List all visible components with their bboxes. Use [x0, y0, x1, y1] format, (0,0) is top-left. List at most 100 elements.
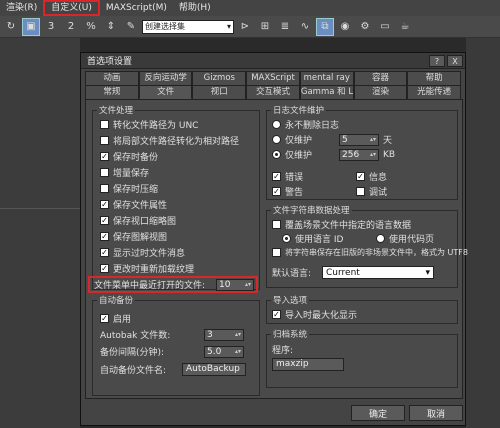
file-option-row: 增量保存: [100, 166, 149, 179]
ok-button[interactable]: 确定: [351, 405, 405, 421]
auto-backup-enable-checkbox[interactable]: ✓: [100, 314, 109, 323]
selection-set-dropdown[interactable]: 创建选择集 ▾: [142, 19, 234, 34]
file-option-row: ✓ 显示过时文件消息: [100, 246, 185, 259]
errors-checkbox[interactable]: ✓: [272, 172, 281, 181]
default-lang-row: 默认语言: Current ▾: [272, 266, 434, 279]
tab-help[interactable]: 帮助: [407, 71, 462, 85]
tab-general[interactable]: 常规: [85, 85, 139, 99]
autobak-count-spinner[interactable]: 3 ▴▾: [204, 328, 244, 341]
tab-gizmos[interactable]: Gizmos: [192, 71, 247, 85]
archive-program-label: 程序:: [272, 346, 294, 356]
snap-2-icon[interactable]: 2: [62, 18, 80, 36]
backup-interval-spinner[interactable]: 5.0 ▴▾: [204, 345, 244, 358]
render-frame-icon[interactable]: ▭: [376, 18, 394, 36]
warnings-label: 警告: [285, 188, 304, 198]
tab-mental-ray[interactable]: mental ray: [299, 71, 354, 85]
file-option-row: 保存时压缩: [100, 182, 158, 195]
file-option-checkbox[interactable]: [100, 136, 109, 145]
keep-size-value: 256: [342, 149, 360, 160]
file-option-row: ✓ 保存视口缩略图: [100, 214, 176, 227]
chevron-down-icon: ▾: [425, 267, 430, 278]
tab-maxscript[interactable]: MAXScript: [246, 71, 300, 85]
keep-days-spinner[interactable]: 5 ▴▾: [339, 133, 379, 146]
file-option-label: 将局部文件路径转化为相对路径: [113, 137, 240, 147]
schematic-icon[interactable]: ⧉: [316, 17, 334, 36]
file-option-checkbox[interactable]: ✓: [100, 232, 109, 241]
keep-size-radio[interactable]: [272, 150, 281, 159]
curve-editor-icon[interactable]: ∿: [296, 18, 314, 36]
percent-snap-icon[interactable]: %: [82, 18, 100, 36]
tab-radiosity[interactable]: 光能传递: [407, 85, 462, 99]
tab-interaction-mode[interactable]: 交互模式: [246, 85, 300, 99]
file-option-checkbox[interactable]: ✓: [100, 152, 109, 161]
debug-checkbox[interactable]: [356, 187, 365, 196]
debug-label: 调试: [369, 188, 388, 198]
rotate-icon[interactable]: ↻: [2, 18, 20, 36]
file-option-checkbox[interactable]: [100, 120, 109, 129]
tab-animation[interactable]: 动画: [85, 71, 139, 85]
keep-size-label: 仅维护: [285, 151, 313, 161]
keep-days-radio[interactable]: [272, 135, 281, 144]
file-option-row: ✓ 保存文件属性: [100, 198, 167, 211]
file-option-checkbox[interactable]: [100, 168, 109, 177]
default-lang-dropdown[interactable]: Current ▾: [322, 266, 434, 279]
import-options-title: 导入选项: [271, 294, 310, 306]
menu-help[interactable]: 帮助(H): [173, 0, 217, 16]
backup-name-field[interactable]: AutoBackup: [182, 363, 246, 376]
backup-interval-row: 备份间隔(分钟): 5.0 ▴▾: [100, 345, 244, 358]
menu-maxscript[interactable]: MAXScript(M): [100, 0, 173, 16]
cancel-button[interactable]: 取消: [409, 405, 463, 421]
archive-program-row: maxzip: [272, 358, 344, 371]
file-option-label: 保存时压缩: [113, 185, 159, 195]
tab-files[interactable]: 文件: [138, 85, 193, 99]
autobak-count-row: Autobak 文件数: 3 ▴▾: [100, 328, 244, 341]
spinner-snap-icon[interactable]: ⇕: [102, 18, 120, 36]
tab-ik[interactable]: 反向运动学: [138, 71, 193, 85]
default-lang-label: 默认语言:: [272, 269, 312, 279]
tab-gamma-lut[interactable]: Gamma 和 LUT: [299, 85, 354, 99]
info-checkbox[interactable]: ✓: [356, 172, 365, 181]
recent-files-label: 文件菜单中最近打开的文件:: [94, 281, 206, 291]
file-option-checkbox[interactable]: ✓: [100, 264, 109, 273]
material-editor-icon[interactable]: ◉: [336, 18, 354, 36]
render-icon[interactable]: ☕: [396, 18, 414, 36]
recent-files-spinner[interactable]: 10 ▴▾: [216, 278, 254, 291]
mirror-icon[interactable]: ⊳: [236, 18, 254, 36]
select-region-icon[interactable]: ▣: [22, 17, 40, 36]
never-delete-radio[interactable]: [272, 120, 281, 129]
file-option-label: 保存视口缩略图: [113, 217, 177, 227]
edit-named-sel-icon[interactable]: ✎: [122, 18, 140, 36]
file-option-checkbox[interactable]: [100, 184, 109, 193]
menu-render[interactable]: 渲染(R): [0, 0, 43, 16]
override-lang-checkbox[interactable]: [272, 220, 281, 229]
tab-viewports[interactable]: 视口: [192, 85, 247, 99]
layer-icon[interactable]: ≣: [276, 18, 294, 36]
file-option-checkbox[interactable]: ✓: [100, 248, 109, 257]
snap-3-icon[interactable]: 3: [42, 18, 60, 36]
archive-program-label-row: 程序:: [272, 343, 293, 356]
auto-backup-title: 自动备份: [97, 294, 136, 306]
archive-program-field[interactable]: maxzip: [272, 358, 344, 371]
align-icon[interactable]: ⊞: [256, 18, 274, 36]
utf8-row: 将字符串保存在旧版的非场景文件中，格式为 UTF8: [272, 247, 468, 258]
import-maximize-label: 导入时最大化显示: [285, 311, 358, 321]
file-option-checkbox[interactable]: ✓: [100, 200, 109, 209]
errors-row: ✓ 错误: [272, 170, 303, 183]
utf8-checkbox[interactable]: [272, 248, 281, 257]
file-option-checkbox[interactable]: ✓: [100, 216, 109, 225]
auto-backup-enable-label: 启用: [113, 315, 132, 325]
help-button[interactable]: ?: [429, 55, 445, 67]
warnings-checkbox[interactable]: ✓: [272, 187, 281, 196]
menu-bar: 渲染(R) 自定义(U) MAXScript(M) 帮助(H): [0, 0, 500, 16]
render-setup-icon[interactable]: ⚙: [356, 18, 374, 36]
tab-containers[interactable]: 容器: [353, 71, 408, 85]
backup-name-label: 自动备份文件名:: [100, 366, 167, 376]
tab-rendering[interactable]: 渲染: [353, 85, 408, 99]
import-maximize-checkbox[interactable]: ✓: [272, 310, 281, 319]
menu-customize[interactable]: 自定义(U): [43, 0, 100, 16]
close-button[interactable]: X: [447, 55, 463, 67]
keep-size-spinner[interactable]: 256 ▴▾: [339, 148, 379, 161]
use-codepage-radio[interactable]: [376, 234, 385, 243]
recent-files-value: 10: [219, 279, 231, 290]
use-lang-id-radio[interactable]: [282, 234, 291, 243]
